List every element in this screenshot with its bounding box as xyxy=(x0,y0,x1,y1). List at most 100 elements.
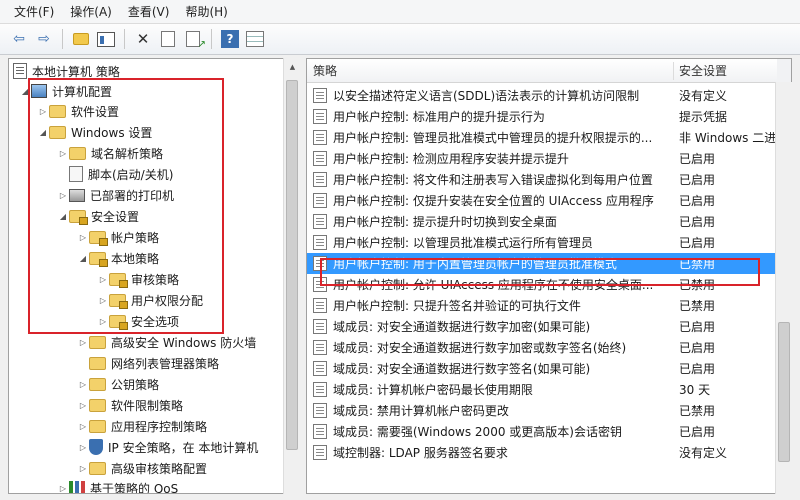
tree-pane[interactable]: 本地计算机 策略 ◢ 计算机配置 ▷ 软件设置 ◢ Windows 设置 ▷ 域… xyxy=(8,58,300,494)
collapsed-arrow-icon[interactable]: ▷ xyxy=(97,296,109,305)
collapsed-arrow-icon[interactable]: ▷ xyxy=(97,275,109,284)
table-row-selected[interactable]: 用户帐户控制: 用于内置管理员帐户的管理员批准模式 已禁用 xyxy=(307,253,777,274)
table-row[interactable]: 用户帐户控制: 检测应用程序安装并提示提升 已启用 xyxy=(307,148,777,169)
collapsed-arrow-icon[interactable]: ▷ xyxy=(77,401,89,410)
collapsed-arrow-icon[interactable]: ▷ xyxy=(77,338,89,347)
table-row[interactable]: 用户帐户控制: 提示提升时切换到安全桌面 已启用 xyxy=(307,211,777,232)
menu-action[interactable]: 操作(A) xyxy=(62,0,120,24)
table-row[interactable]: 域成员: 计算机帐户密码最长使用期限 30 天 xyxy=(307,379,777,400)
tree-item-software-restriction[interactable]: ▷ 软件限制策略 xyxy=(77,395,183,415)
tree-item-audit-policy[interactable]: ▷ 审核策略 xyxy=(97,269,179,289)
scroll-thumb[interactable] xyxy=(778,322,790,462)
policy-name: 用户帐户控制: 只提升签名并验证的可执行文件 xyxy=(333,299,581,313)
back-arrow-icon[interactable]: ⇦ xyxy=(8,28,30,50)
folder-icon xyxy=(89,419,106,433)
security-setting-value: 30 天 xyxy=(679,383,711,397)
folder-icon xyxy=(49,125,66,139)
policy-item-icon xyxy=(313,235,327,250)
tree-item-user-rights[interactable]: ▷ 用户权限分配 xyxy=(97,290,203,310)
tree-item-advanced-firewall[interactable]: ▷ 高级安全 Windows 防火墙 xyxy=(77,332,256,352)
collapsed-arrow-icon[interactable]: ▷ xyxy=(77,380,89,389)
tree-label: 安全选项 xyxy=(131,314,180,329)
collapsed-arrow-icon[interactable]: ▷ xyxy=(57,484,69,493)
tree-label: 基于策略的 QoS xyxy=(90,481,179,494)
security-folder-icon xyxy=(89,230,108,246)
tree-item-network-list[interactable]: 网络列表管理器策略 xyxy=(89,353,219,373)
tree-item-software-settings[interactable]: ▷ 软件设置 xyxy=(37,101,119,121)
forward-arrow-icon[interactable]: ⇨ xyxy=(33,28,55,50)
view-grid-icon[interactable] xyxy=(244,28,266,50)
table-row[interactable]: 用户帐户控制: 将文件和注册表写入错误虚拟化到每用户位置 已启用 xyxy=(307,169,777,190)
security-setting-value: 已启用 xyxy=(679,425,716,439)
collapsed-arrow-icon[interactable]: ▷ xyxy=(77,464,89,473)
table-row[interactable]: 域控制器: LDAP 服务器签名要求 没有定义 xyxy=(307,442,777,463)
security-setting-value: 提示凭据 xyxy=(679,110,728,124)
tree-scrollbar[interactable]: ▲ xyxy=(283,58,300,494)
table-row[interactable]: 域成员: 对安全通道数据进行数字加密(如果可能) 已启用 xyxy=(307,316,777,337)
tree-item-app-control[interactable]: ▷ 应用程序控制策略 xyxy=(77,416,207,436)
expanded-arrow-icon[interactable]: ◢ xyxy=(77,254,89,263)
scroll-up-arrow-icon[interactable]: ▲ xyxy=(284,58,301,75)
collapsed-arrow-icon[interactable]: ▷ xyxy=(77,422,89,431)
expanded-arrow-icon[interactable]: ◢ xyxy=(57,212,69,221)
properties-icon[interactable] xyxy=(157,28,179,50)
collapsed-arrow-icon[interactable]: ▷ xyxy=(77,233,89,242)
column-header-setting[interactable]: 安全设置 xyxy=(673,59,777,83)
column-header-policy[interactable]: 策略 xyxy=(307,59,673,83)
table-row[interactable]: 用户帐户控制: 以管理员批准模式运行所有管理员 已启用 xyxy=(307,232,777,253)
menu-file[interactable]: 文件(F) xyxy=(6,0,62,24)
security-setting-value: 没有定义 xyxy=(679,446,728,460)
table-row[interactable]: 域成员: 需要强(Windows 2000 或更高版本)会话密钥 已启用 xyxy=(307,421,777,442)
table-row[interactable]: 以安全描述符定义语言(SDDL)语法表示的计算机访问限制 没有定义 xyxy=(307,85,777,106)
tree-item-scripts[interactable]: 脚本(启动/关机) xyxy=(69,164,173,184)
up-folder-icon[interactable] xyxy=(70,28,92,50)
expanded-arrow-icon[interactable]: ◢ xyxy=(19,87,31,96)
expanded-arrow-icon[interactable]: ◢ xyxy=(37,128,49,137)
table-row[interactable]: 用户帐户控制: 只提升签名并验证的可执行文件 已禁用 xyxy=(307,295,777,316)
tree-item-account-policy[interactable]: ▷ 帐户策略 xyxy=(77,227,159,247)
menu-help[interactable]: 帮助(H) xyxy=(177,0,235,24)
policy-list-pane[interactable]: 策略 安全设置 以安全描述符定义语言(SDDL)语法表示的计算机访问限制 没有定义… xyxy=(306,58,792,494)
security-setting-value: 已禁用 xyxy=(679,404,716,418)
collapsed-arrow-icon[interactable]: ▷ xyxy=(97,317,109,326)
table-row[interactable]: 域成员: 禁用计算机帐户密码更改 已禁用 xyxy=(307,400,777,421)
tree-item-computer-config[interactable]: ◢ 计算机配置 xyxy=(19,81,112,101)
policy-item-icon xyxy=(313,403,327,418)
scroll-thumb[interactable] xyxy=(286,80,298,450)
collapsed-arrow-icon[interactable]: ▷ xyxy=(57,149,69,158)
tree-item-ipsec[interactable]: ▷ IP 安全策略，在 本地计算机 xyxy=(77,437,258,457)
tree-item-security-options[interactable]: ▷ 安全选项 xyxy=(97,311,179,331)
tree-item-root[interactable]: 本地计算机 策略 xyxy=(13,61,120,81)
table-row[interactable]: 用户帐户控制: 允许 UIAccess 应用程序在不使用安全桌面... 已禁用 xyxy=(307,274,777,295)
list-scrollbar[interactable] xyxy=(775,82,792,494)
security-folder-icon xyxy=(89,251,108,267)
table-row[interactable]: 用户帐户控制: 管理员批准模式中管理员的提升权限提示的... 非 Windows … xyxy=(307,127,777,148)
tree-item-windows-settings[interactable]: ◢ Windows 设置 xyxy=(37,122,152,142)
export-list-icon[interactable] xyxy=(182,28,206,50)
printer-icon xyxy=(69,188,85,202)
table-row[interactable]: 用户帐户控制: 标准用户的提升提示行为 提示凭据 xyxy=(307,106,777,127)
table-row[interactable]: 域成员: 对安全通道数据进行数字签名(如果可能) 已启用 xyxy=(307,358,777,379)
tree-label: 高级审核策略配置 xyxy=(111,461,208,476)
computer-icon xyxy=(31,84,47,98)
tree-item-deployed-printers[interactable]: ▷ 已部署的打印机 xyxy=(57,185,174,205)
collapsed-arrow-icon[interactable]: ▷ xyxy=(77,443,89,452)
tree-label: 脚本(启动/关机) xyxy=(88,167,174,182)
tree-item-security-settings[interactable]: ◢ 安全设置 xyxy=(57,206,139,226)
tree-item-public-key[interactable]: ▷ 公钥策略 xyxy=(77,374,159,394)
folder-icon xyxy=(89,335,106,349)
tree-item-advanced-audit[interactable]: ▷ 高级审核策略配置 xyxy=(77,458,207,478)
menu-view[interactable]: 查看(V) xyxy=(120,0,178,24)
show-hide-tree-icon[interactable] xyxy=(95,28,117,50)
collapsed-arrow-icon[interactable]: ▷ xyxy=(57,191,69,200)
tree-item-dns-policy[interactable]: ▷ 域名解析策略 xyxy=(57,143,163,163)
tree-item-qos[interactable]: ▷ 基于策略的 QoS xyxy=(57,478,179,494)
security-setting-value: 已启用 xyxy=(679,152,716,166)
help-icon[interactable]: ? xyxy=(219,28,241,50)
table-row[interactable]: 用户帐户控制: 仅提升安装在安全位置的 UIAccess 应用程序 已启用 xyxy=(307,190,777,211)
security-setting-value: 已启用 xyxy=(679,173,716,187)
delete-icon[interactable]: ✕ xyxy=(132,28,154,50)
collapsed-arrow-icon[interactable]: ▷ xyxy=(37,107,49,116)
tree-item-local-policy[interactable]: ◢ 本地策略 xyxy=(77,248,159,268)
table-row[interactable]: 域成员: 对安全通道数据进行数字加密或数字签名(始终) 已启用 xyxy=(307,337,777,358)
